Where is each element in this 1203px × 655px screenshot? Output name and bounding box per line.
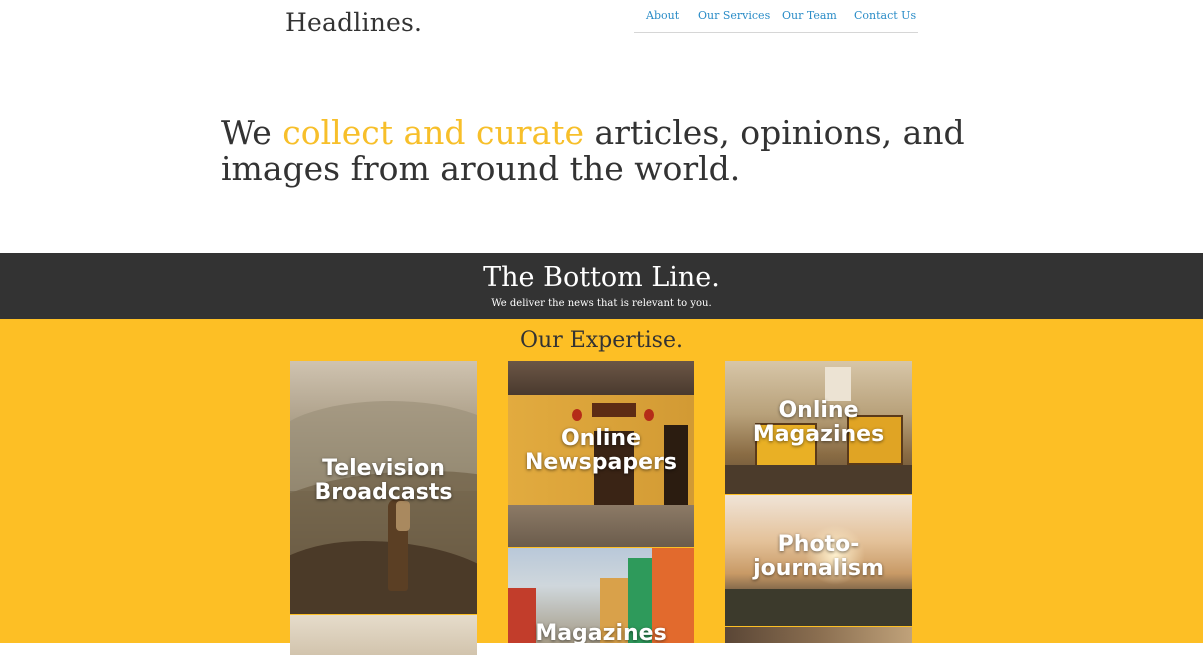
tile-partial-photo[interactable] [290,615,477,655]
church-tower [825,367,851,401]
tile-photo-ridge [290,541,477,614]
tile-online-magazines[interactable]: Online Magazines [725,361,912,494]
bottom-line-band: The Bottom Line. We deliver the news tha… [0,253,1203,319]
band-title: The Bottom Line. [483,262,720,293]
tagline-prefix: We [221,113,283,152]
tile-partial-photo[interactable] [725,627,912,643]
band-subtitle: We deliver the news that is relevant to … [491,298,712,309]
house-roof [508,361,694,395]
tram-road [725,465,912,494]
lantern-icon [644,409,654,421]
expertise-title: Our Expertise. [520,328,683,353]
nav-link-about[interactable]: About [646,9,679,22]
nav-link-contact-us[interactable]: Contact Us [854,9,916,22]
tile-label: Photo-journalism [753,532,884,581]
tile-television-broadcasts[interactable]: Television Broadcasts [290,361,477,614]
tile-online-newspapers[interactable]: Online Newspapers [508,361,694,547]
tile-label: Online Magazines [752,398,885,447]
tile-label: Television Broadcasts [314,456,453,505]
tagline-highlight: collect and curate [282,113,584,152]
house-sign [592,403,636,417]
main-nav: About Our Services Our Team Contact Us [634,0,918,33]
tile-label: Online Newspapers [525,426,677,475]
field-grass [725,589,912,626]
hero-tagline: We collect and curate articles, opinions… [221,115,1001,187]
nav-link-our-team[interactable]: Our Team [782,9,837,22]
tile-photo-journalism[interactable]: Photo-journalism [725,495,912,626]
house-steps [508,505,694,547]
nav-link-our-services[interactable]: Our Services [698,9,770,22]
backpack-figure [396,501,410,531]
lantern-icon [572,409,582,421]
site-header: Headlines. About Our Services Our Team C… [0,0,1203,253]
tile-label: Magazines [535,621,667,644]
tile-magazines[interactable]: Magazines [508,548,694,643]
site-logo[interactable]: Headlines. [285,8,422,37]
expertise-section: Our Expertise. Television Broadcasts Onl… [0,319,1203,655]
